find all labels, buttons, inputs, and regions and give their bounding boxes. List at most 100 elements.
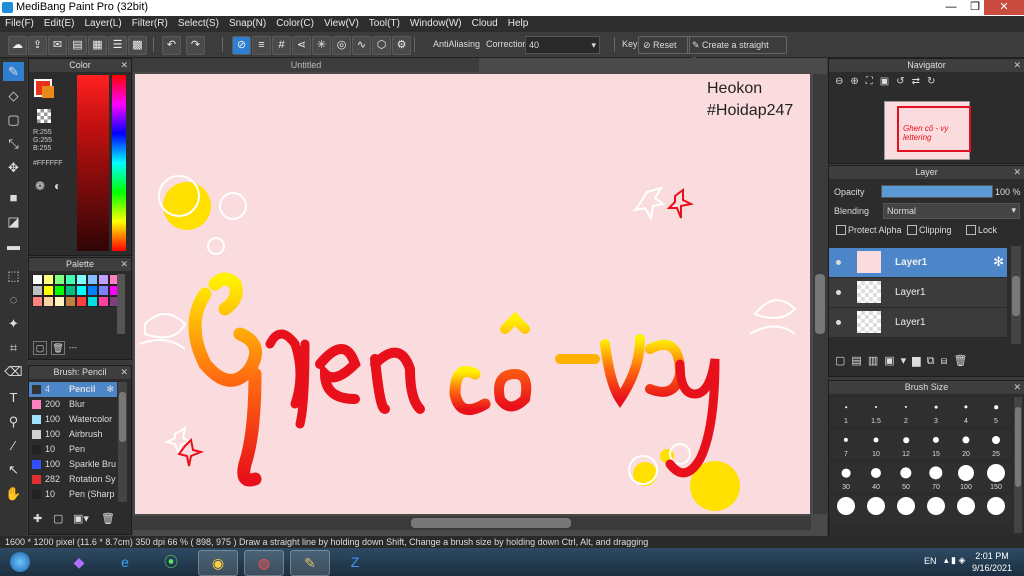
layer-row[interactable]: Layer1	[829, 308, 1007, 338]
chrome-icon[interactable]: ◉	[198, 550, 238, 576]
radial-snap-icon[interactable]: ⋖	[292, 36, 311, 55]
menu-file[interactable]: File(F)	[0, 16, 39, 32]
color-value-square[interactable]	[77, 75, 109, 251]
select-eraser-icon[interactable]: ⌫	[3, 362, 24, 381]
brush-size-cell[interactable]: 30	[831, 463, 861, 492]
app-icon-green[interactable]: ⦿	[152, 550, 190, 574]
duplicate-layer-icon[interactable]: ⧉	[927, 355, 941, 367]
internet-explorer-icon[interactable]: e	[106, 550, 144, 574]
document-icon[interactable]: ▦	[88, 36, 107, 55]
zalo-icon[interactable]: Z	[336, 550, 374, 574]
palette-swatch[interactable]	[65, 274, 76, 285]
palette-swatch[interactable]	[98, 296, 109, 307]
fill-rect-icon[interactable]: ■	[3, 188, 24, 207]
reset-button[interactable]: ⊘ Reset	[638, 36, 690, 54]
brush-size-cell[interactable]: 10	[861, 430, 891, 459]
palette-swatch[interactable]	[32, 274, 43, 285]
medibang-icon[interactable]: ◍	[244, 550, 284, 576]
visual-studio-icon[interactable]: ◆	[60, 550, 98, 574]
minimize-button[interactable]: —	[938, 0, 964, 15]
gear-icon[interactable]: ✻	[993, 254, 1004, 270]
brush-item[interactable]: 10 Pen	[29, 442, 117, 457]
brush-size-scrollbar[interactable]	[1014, 397, 1022, 533]
magic-wand-icon[interactable]: ✦	[3, 314, 24, 333]
brush-item[interactable]: 282 Rotation Sy	[29, 472, 117, 487]
operation-tool-icon[interactable]: ↖	[3, 460, 24, 479]
settings-icon[interactable]: ⚙	[392, 36, 411, 55]
new-halftone-layer-icon[interactable]: ▤	[851, 355, 867, 367]
shape-tool-icon[interactable]: ⤡	[3, 134, 24, 153]
delete-palette-icon[interactable]: 🗑	[51, 341, 65, 355]
snap-off-icon[interactable]: ⊘	[232, 36, 251, 55]
eyedropper-tool-icon[interactable]: ⁄	[3, 436, 24, 455]
palette-swatch[interactable]	[54, 285, 65, 296]
flip-icon[interactable]: ⇄	[912, 76, 927, 87]
palette-scrollbar[interactable]	[117, 274, 125, 334]
grid-icon[interactable]: ▩	[128, 36, 147, 55]
layer-row[interactable]: Layer1 ✻	[829, 248, 1007, 278]
menu-tool[interactable]: Tool(T)	[364, 16, 405, 32]
close-icon[interactable]: ✕	[120, 59, 128, 72]
select-pen-icon[interactable]: ⌗	[3, 338, 24, 357]
brush-tool-icon[interactable]: ✎	[3, 62, 24, 81]
menu-layer[interactable]: Layer(L)	[79, 16, 126, 32]
paint-icon[interactable]: ✎	[290, 550, 330, 576]
brush-item[interactable]: 10 Pen (Sharp	[29, 487, 117, 502]
new-palette-icon[interactable]: ▢	[33, 341, 47, 355]
select-rect-icon[interactable]: ⬚	[3, 266, 24, 285]
correction-select[interactable]: 40 ▾	[525, 36, 600, 54]
canvas-vertical-scrollbar[interactable]	[813, 74, 827, 514]
close-icon[interactable]: ✕	[1013, 381, 1021, 394]
rotate-right-icon[interactable]: ↻	[927, 76, 942, 87]
brush-size-cell[interactable]: 15	[921, 430, 951, 459]
crosshair-snap-icon[interactable]: ✳	[312, 36, 331, 55]
copy-brush-icon[interactable]: ▢	[53, 512, 63, 525]
start-button[interactable]	[4, 550, 36, 574]
canvas-horizontal-scrollbar[interactable]	[133, 516, 811, 530]
brush-size-cell[interactable]	[861, 496, 891, 525]
brush-item[interactable]: 100 Watercolor	[29, 412, 117, 427]
actual-size-icon[interactable]: ▣	[880, 76, 896, 87]
palette-swatch[interactable]	[54, 274, 65, 285]
palette-swatch[interactable]	[98, 285, 109, 296]
bucket-tool-icon[interactable]: ◪	[3, 212, 24, 231]
menu-select[interactable]: Select(S)	[173, 16, 224, 32]
palette-swatch[interactable]	[65, 285, 76, 296]
canvas-tab[interactable]: Untitled	[133, 58, 479, 72]
gradient-tool-icon[interactable]: ▬	[3, 236, 24, 255]
move-tool-icon[interactable]: ✥	[3, 158, 24, 177]
brush-size-cell[interactable]: 1.5	[861, 397, 891, 426]
redo-icon[interactable]: ↷	[186, 36, 205, 55]
palette-swatch[interactable]	[76, 274, 87, 285]
palette-swatch[interactable]	[54, 296, 65, 307]
palette-swatch[interactable]	[43, 274, 54, 285]
background-color-swatch[interactable]	[42, 86, 54, 98]
visibility-icon[interactable]	[836, 320, 841, 325]
transparent-swatch[interactable]	[37, 109, 51, 123]
hue-slider[interactable]	[112, 75, 126, 251]
menu-window[interactable]: Window(W)	[405, 16, 467, 32]
brush-item[interactable]: 100 Airbrush	[29, 427, 117, 442]
rect-tool-icon[interactable]: ▢	[3, 110, 24, 129]
menu-view[interactable]: View(V)	[319, 16, 364, 32]
brush-item[interactable]: 100 Sparkle Bru	[29, 457, 117, 472]
brush-size-cell[interactable]: 50	[891, 463, 921, 492]
menu-edit[interactable]: Edit(E)	[39, 16, 80, 32]
blending-select[interactable]: Normal ▾	[883, 203, 1020, 219]
menu-help[interactable]: Help	[503, 16, 534, 32]
chat-icon[interactable]: ▤	[68, 36, 87, 55]
new-8bit-layer-icon[interactable]: ▥	[868, 355, 884, 367]
palette-swatch[interactable]	[87, 274, 98, 285]
brush-menu-icon[interactable]: ▣▾	[73, 512, 89, 525]
lasso-tool-icon[interactable]: ◌	[3, 290, 24, 309]
clock[interactable]: 2:01 PM 9/16/2021	[962, 550, 1022, 574]
layer-row[interactable]: Layer1	[829, 278, 1007, 308]
cloud-icon[interactable]: ☁	[8, 36, 27, 55]
palette-swatch[interactable]	[32, 285, 43, 296]
create-straight-line-button[interactable]: ✎ Create a straight line	[687, 36, 787, 66]
menu-snap[interactable]: Snap(N)	[224, 16, 271, 32]
brush-size-cell[interactable]: 3	[921, 397, 951, 426]
menu-cloud[interactable]: Cloud	[467, 16, 503, 32]
clipping-checkbox[interactable]	[907, 225, 917, 235]
brush-size-cell[interactable]: 70	[921, 463, 951, 492]
